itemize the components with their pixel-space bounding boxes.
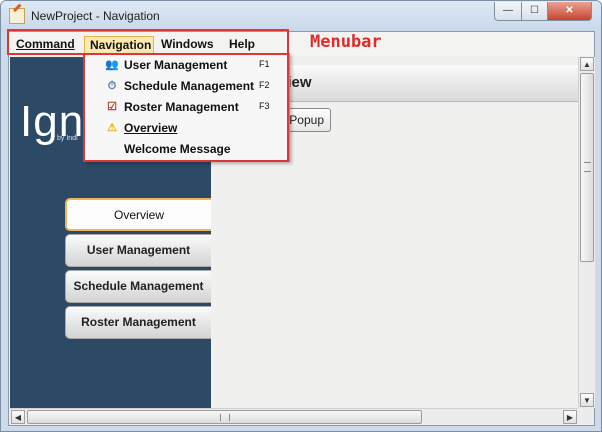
roster-icon: ☑ bbox=[107, 101, 117, 113]
shortcut-key: F1 bbox=[259, 59, 270, 69]
scroll-down-arrow-icon[interactable]: ▼ bbox=[580, 393, 594, 407]
app-icon bbox=[9, 8, 25, 24]
logo-subtext: by Indi bbox=[57, 135, 78, 142]
nav-button-schedule-management[interactable]: Schedule Management bbox=[65, 270, 211, 303]
shortcut-key: F2 bbox=[259, 80, 270, 90]
nav-button-roster-management[interactable]: Roster Management bbox=[65, 306, 211, 339]
menu-item-label: Schedule Management bbox=[124, 79, 255, 93]
shortcut-key: F3 bbox=[259, 101, 270, 111]
scroll-left-arrow-icon[interactable]: ◀ bbox=[11, 410, 25, 424]
horizontal-scrollbar[interactable]: ◀ ▶ bbox=[10, 408, 578, 425]
grip-icon bbox=[220, 414, 230, 421]
vertical-scrollbar[interactable]: ▲ ▼ bbox=[578, 57, 595, 408]
menubar-annotation: Menubar bbox=[310, 32, 382, 52]
grip-icon bbox=[584, 162, 591, 172]
minimize-button[interactable]: — bbox=[494, 2, 522, 21]
menu-item-label: Welcome Message bbox=[124, 142, 231, 156]
menu-item-label: Roster Management bbox=[124, 100, 239, 114]
menu-help[interactable]: Help bbox=[224, 36, 260, 54]
scroll-corner bbox=[578, 408, 594, 424]
nav-button-user-management[interactable]: User Management bbox=[65, 234, 211, 267]
menu-command[interactable]: Command bbox=[11, 36, 80, 54]
menu-item-overview[interactable]: ⚠ Overview bbox=[85, 118, 287, 138]
menu-item-label: Overview bbox=[124, 121, 178, 135]
close-button[interactable]: ✕ bbox=[547, 2, 592, 21]
title-bar: NewProject - Navigation — ☐ ✕ bbox=[1, 1, 601, 31]
clock-icon: ⏱ bbox=[107, 80, 117, 92]
maximize-button[interactable]: ☐ bbox=[521, 2, 548, 21]
menu-navigation[interactable]: Navigation bbox=[84, 36, 154, 54]
window-title: NewProject - Navigation bbox=[31, 9, 160, 23]
menu-item-welcome-message[interactable]: Welcome Message bbox=[85, 139, 287, 159]
horizontal-scroll-thumb[interactable] bbox=[27, 410, 422, 424]
users-icon: 👥 bbox=[105, 59, 119, 71]
vertical-scroll-thumb[interactable] bbox=[580, 73, 594, 262]
menu-item-schedule-management[interactable]: ⏱ Schedule Management F2 bbox=[85, 76, 287, 96]
nav-button-overview[interactable]: Overview bbox=[65, 198, 211, 231]
menu-item-label: User Management bbox=[124, 58, 228, 72]
scroll-right-arrow-icon[interactable]: ▶ bbox=[563, 410, 577, 424]
scroll-up-arrow-icon[interactable]: ▲ bbox=[580, 57, 594, 71]
navigation-dropdown-menu: 👥 User Management F1 ⏱ Schedule Manageme… bbox=[84, 53, 290, 162]
menu-windows[interactable]: Windows bbox=[156, 36, 219, 54]
menu-item-user-management[interactable]: 👥 User Management F1 bbox=[85, 55, 287, 75]
warning-icon: ⚠ bbox=[107, 122, 117, 134]
menu-item-roster-management[interactable]: ☑ Roster Management F3 bbox=[85, 97, 287, 117]
